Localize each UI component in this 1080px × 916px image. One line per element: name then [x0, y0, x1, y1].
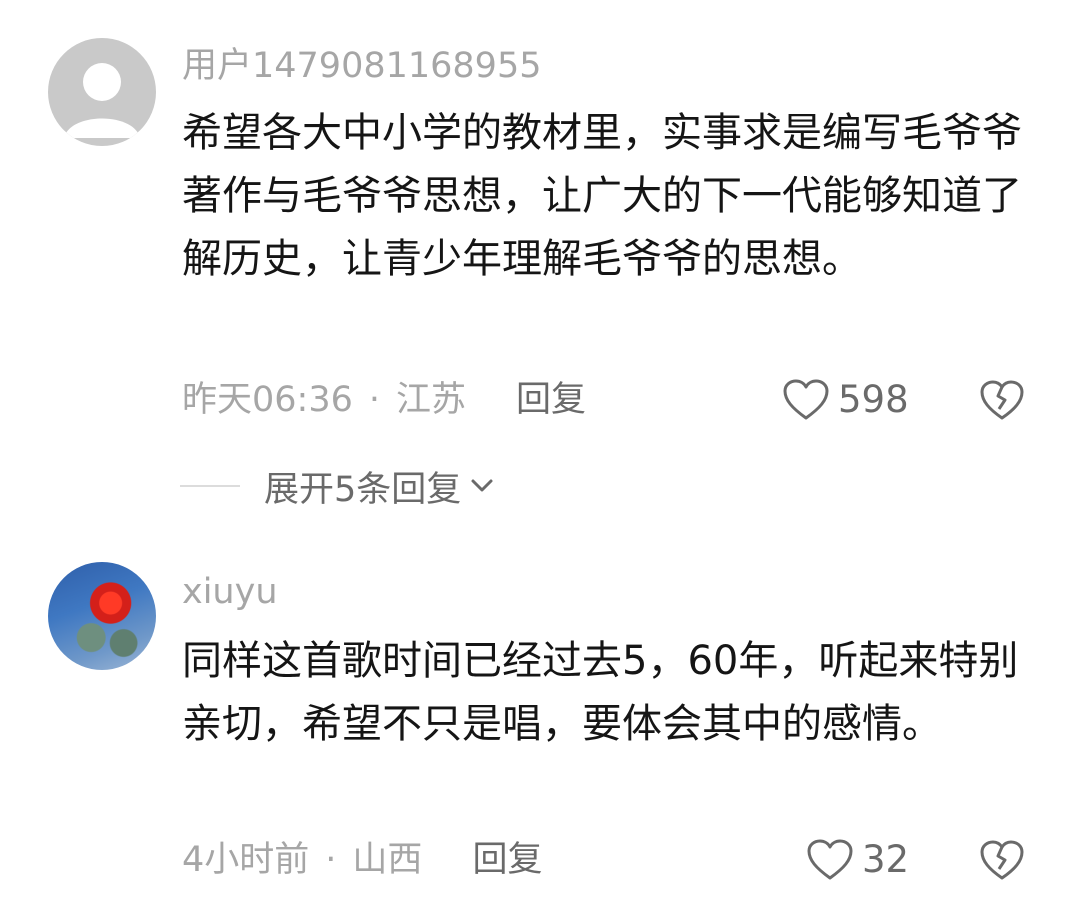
dislike-button[interactable] — [980, 838, 1024, 882]
reply-button[interactable]: 回复 — [472, 836, 542, 884]
comment-location: 山西 — [352, 840, 423, 880]
like-count: 598 — [838, 378, 909, 421]
heart-outline-icon — [783, 379, 829, 420]
username[interactable]: 用户1479081168955 — [182, 46, 542, 86]
username[interactable]: xiuyu — [182, 572, 278, 612]
expand-replies-button[interactable]: 展开5条回复 — [180, 462, 497, 510]
like-button[interactable]: 32 — [806, 836, 909, 884]
dislike-button[interactable] — [980, 378, 1024, 422]
comment-time: 4小时前 — [182, 840, 310, 880]
avatar[interactable] — [48, 562, 156, 670]
chevron-down-icon — [471, 479, 493, 492]
heart-outline-icon — [807, 839, 853, 880]
like-button[interactable]: 598 — [782, 376, 909, 424]
comment-time: 昨天06:36 — [182, 380, 353, 420]
expand-replies-label: 展开5条回复 — [264, 469, 462, 510]
comment-text: 同样这首歌时间已经过去5，60年，听起来特别亲切，希望不只是唱，要体会其中的感情… — [182, 638, 1019, 747]
meta-separator: · — [325, 840, 337, 880]
reply-button[interactable]: 回复 — [516, 376, 586, 424]
comment-text: 希望各大中小学的教材里，实事求是编写毛爷爷著作与毛爷爷思想，让广大的下一代能够知… — [182, 110, 1022, 282]
comment-meta: 4小时前 · 山西 回复 32 — [182, 836, 1024, 884]
broken-heart-icon — [980, 380, 1024, 420]
divider — [180, 485, 240, 487]
default-user-icon — [64, 63, 140, 138]
comment-meta: 昨天06:36 · 江苏 回复 598 — [182, 376, 1024, 424]
meta-separator: · — [368, 380, 381, 420]
broken-heart-icon — [980, 840, 1024, 880]
avatar[interactable] — [48, 38, 156, 146]
like-count: 32 — [862, 838, 910, 881]
comment-location: 江苏 — [396, 380, 467, 420]
